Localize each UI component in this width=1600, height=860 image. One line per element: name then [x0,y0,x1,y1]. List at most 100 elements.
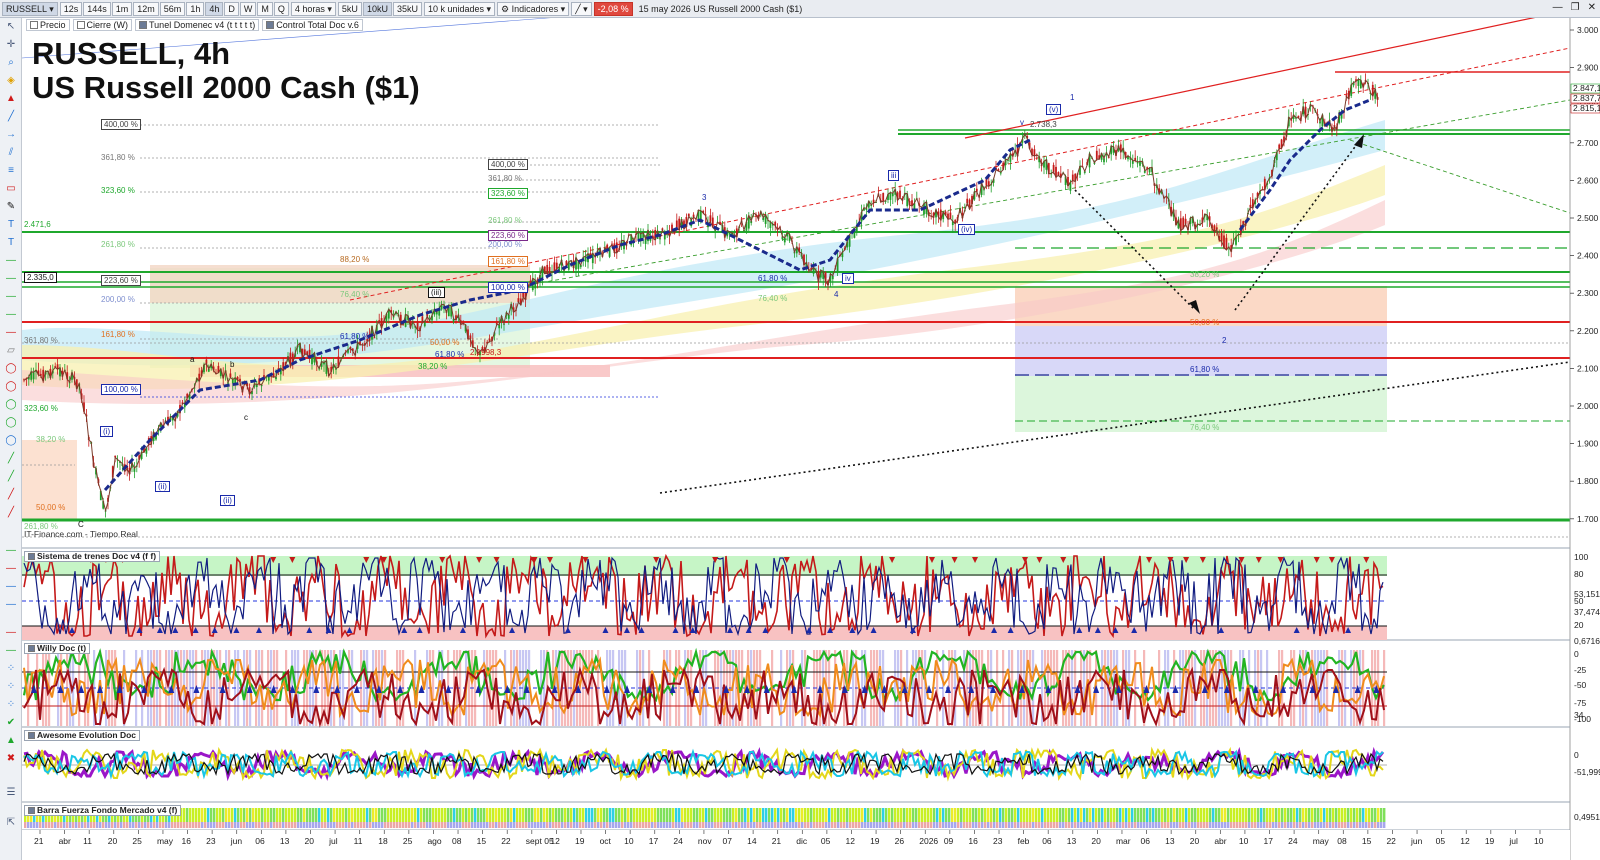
fib-label[interactable]: 38,20 % [1190,270,1219,279]
close-icon[interactable]: ✕ [1588,2,1596,13]
checkbox-icon[interactable] [28,645,35,652]
dots3-icon[interactable]: ⁘ [5,700,17,710]
fib-label[interactable]: 323,60 % [101,186,135,195]
fib-label[interactable]: 161,80 % [101,330,135,339]
checkbox-icon[interactable] [76,21,85,29]
volume-button[interactable]: 5kU [337,1,362,16]
wave-label[interactable]: C [78,520,84,529]
hline5-icon[interactable]: — [5,328,17,338]
fib-label[interactable]: 361,80 % [24,336,58,345]
tool-green-a-icon[interactable]: — [5,546,17,556]
tool-blue-a-icon[interactable]: — [5,582,17,592]
wave-label[interactable]: 3 [702,193,706,202]
wave-label[interactable]: 1 [1070,93,1074,102]
wave-label[interactable]: a [190,355,194,364]
timeframe-button[interactable]: M [257,1,273,16]
fib-label[interactable]: 38,20 % [418,362,447,371]
shape4-icon[interactable]: ◯ [5,418,17,428]
shape5-icon[interactable]: ◯ [5,436,17,446]
period-select[interactable]: 4 horas ▾ [290,1,336,16]
panel2-label[interactable]: Willy Doc (t) [24,643,91,654]
checkbox-icon[interactable] [28,732,35,739]
collapse-icon[interactable]: ⇱ [5,818,17,828]
dots2-icon[interactable]: ⁘ [5,682,17,692]
ray-icon[interactable]: → [5,130,17,140]
fib-label[interactable]: 161,80 % [488,256,528,267]
fib-label[interactable]: 200,00 % [488,240,522,249]
panel4-label[interactable]: Barra Fuerza Fondo Mercado v4 (f) [24,805,182,816]
minimize-icon[interactable]: — [1553,2,1563,13]
shape3-icon[interactable]: ◯ [5,400,17,410]
checkbox-icon[interactable] [28,807,35,814]
fib-label[interactable]: 261,80 % [101,240,135,249]
wave-label[interactable]: (iii) [428,287,445,298]
fib-label[interactable]: 100,00 % [488,282,528,293]
fib-label[interactable]: 200,00 % [101,295,135,304]
maximize-icon[interactable]: ❐ [1571,2,1580,13]
wave-label[interactable]: (i) [100,426,114,437]
panel1-label[interactable]: Sistema de trenes Doc v4 (f f) [24,551,161,562]
timeframe-button[interactable]: 12s [59,1,83,16]
fib-label[interactable]: 400,00 % [101,119,141,130]
tool-red-b-icon[interactable]: — [5,628,17,638]
panel3-label[interactable]: Awesome Evolution Doc [24,730,141,741]
fib-label[interactable]: 361,80 % [101,153,135,162]
fib-label[interactable]: 50,00 % [36,503,65,512]
wave-label[interactable]: c [244,413,248,422]
tool-green-b-icon[interactable]: — [5,646,17,656]
line-green2-icon[interactable]: ╱ [5,472,17,482]
fib-label[interactable]: 88,20 % [340,255,369,264]
overlay-control[interactable]: Control Total Doc v.6 [262,19,363,31]
timeframe-button[interactable]: 1h [186,1,205,16]
thumbs-up-icon[interactable]: ▲ [5,736,17,746]
rectangle-icon[interactable]: ▭ [5,184,17,194]
label-icon[interactable]: T [5,238,17,248]
overlay-tunel[interactable]: Tunel Domenec v4 (t t t t t) [135,19,260,31]
units-select[interactable]: 10 k unidades ▾ [423,1,496,16]
wave-label[interactable]: 2 [1222,336,1226,345]
fib-label[interactable]: 76,40 % [1190,423,1219,432]
volume-button[interactable]: 10kU [362,1,392,16]
wave-label[interactable]: (ii) [155,481,170,492]
pen-icon[interactable]: ✎ [5,202,17,212]
hline2-icon[interactable]: — [5,274,17,284]
crosshair-icon[interactable]: ✛ [5,40,17,50]
wave-label[interactable]: b [230,360,234,369]
symbol-select[interactable]: RUSSELL ▾ [2,1,58,16]
timeframe-button[interactable]: 56m [159,1,186,16]
fib-label[interactable]: 61,80 % [758,274,787,283]
fib-label[interactable]: 100,00 % [101,384,141,395]
delete-icon[interactable]: ✖ [5,754,17,764]
checkbox-icon[interactable] [266,21,275,29]
text-icon[interactable]: T [5,220,17,230]
dots-icon[interactable]: ⁘ [5,664,17,674]
fib-label[interactable]: 76,40 % [340,290,369,299]
fib-icon[interactable]: ≡ [5,166,17,176]
zoom-icon[interactable]: ⌕ [5,58,17,68]
fib-label[interactable]: 2.335,0 [24,272,57,283]
fib-label[interactable]: 400,00 % [488,159,528,170]
tool-red-a-icon[interactable]: — [5,564,17,574]
checkbox-icon[interactable] [139,21,148,29]
fib-label[interactable]: 76,40 % [758,294,787,303]
line-red2-icon[interactable]: ╱ [5,508,17,518]
fib-label[interactable]: 323,60 % [488,188,528,199]
volume-button[interactable]: 35kU [392,1,422,16]
fib-label[interactable]: 261,80 % [488,216,522,225]
fib-label[interactable]: 38,20 % [36,435,65,444]
wave-label[interactable]: v [1020,118,1024,127]
shape2-icon[interactable]: ◯ [5,382,17,392]
draw-tool-select[interactable]: ╱ ▾ [571,1,592,16]
timeframe-button[interactable]: Q [273,1,289,16]
wave-label[interactable]: 4 [834,290,838,299]
wave-label[interactable]: (ii) [220,495,235,506]
hline-icon[interactable]: — [5,256,17,266]
wave-label[interactable]: iv [842,273,854,284]
fib-label[interactable]: 361,80 % [488,174,522,183]
tool-blue-b-icon[interactable]: — [5,600,17,610]
checkbox-icon[interactable] [28,553,35,560]
chart-canvas[interactable]: 3.0002.9002.8002.7002.6002.5002.4002.300… [0,0,1600,860]
settings-icon[interactable]: ☰ [5,788,17,798]
trendline-icon[interactable]: ╱ [5,112,17,122]
timeframe-button[interactable]: 144s [83,1,111,16]
